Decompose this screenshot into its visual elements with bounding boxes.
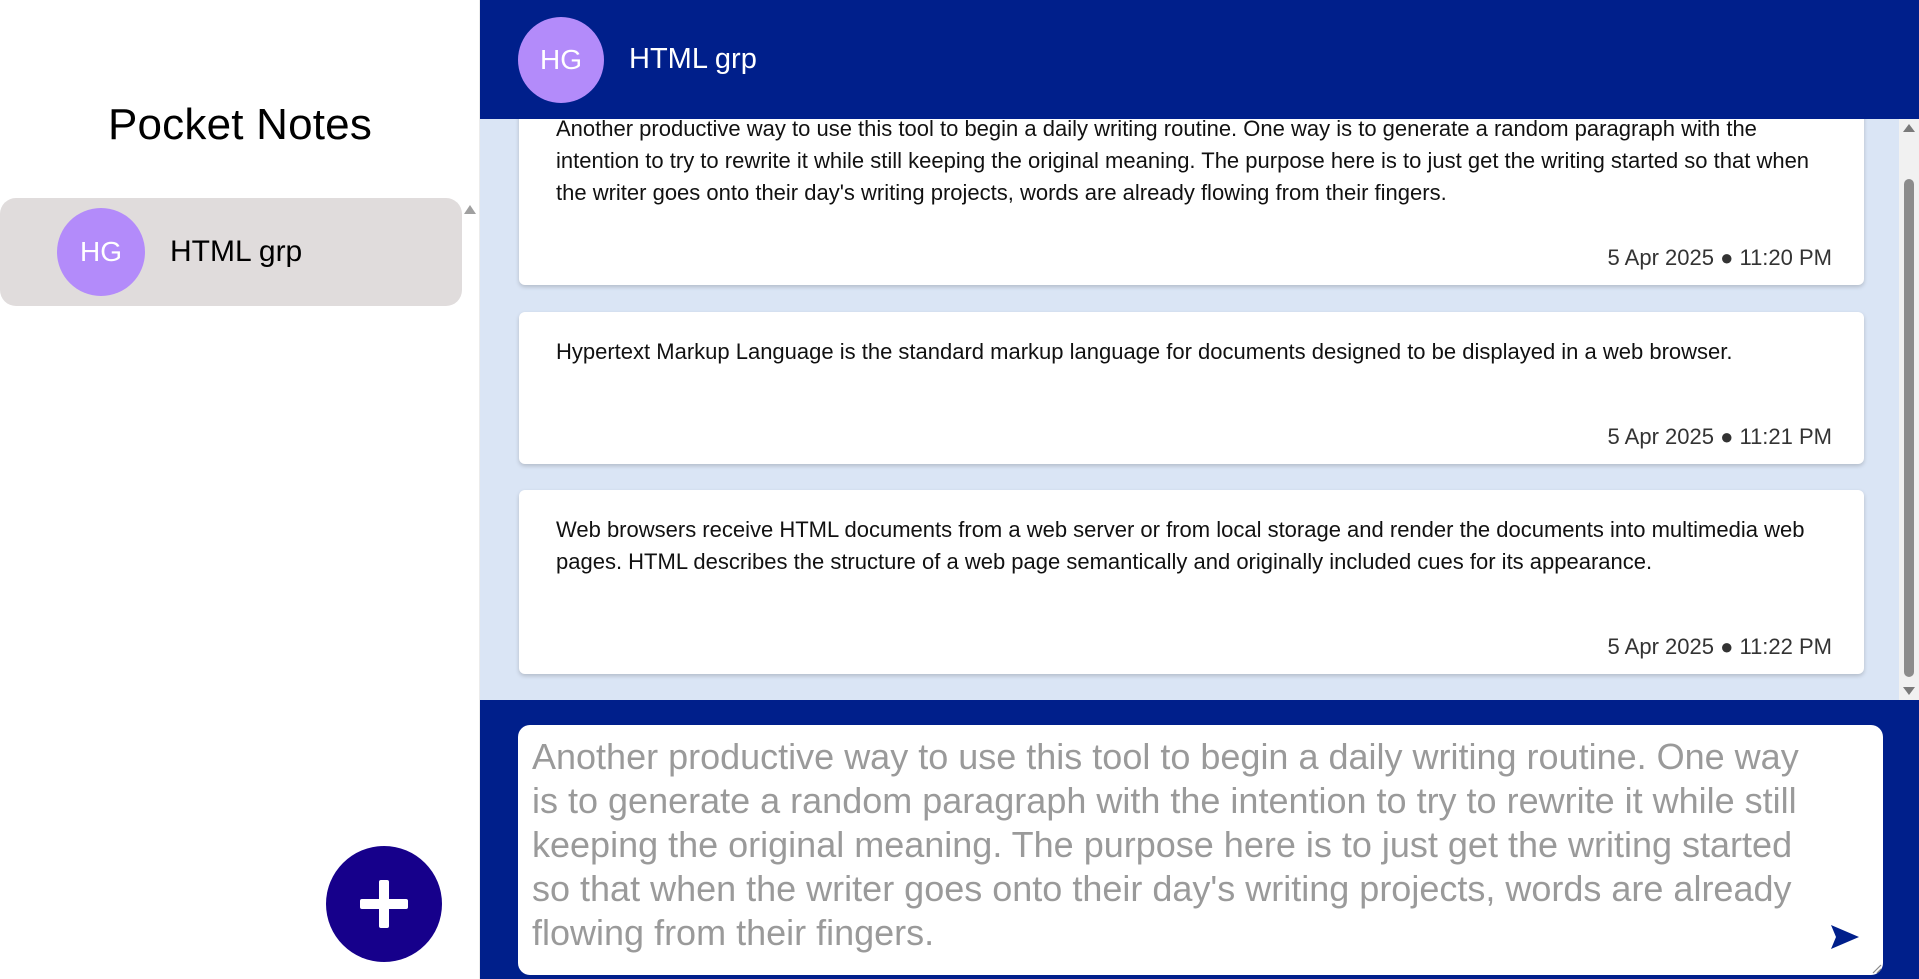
- note-timestamp: 5 Apr 2025 ● 11:21 PM: [1607, 424, 1832, 449]
- group-avatar: HG: [57, 208, 145, 296]
- sidebar-scroll-up-icon[interactable]: [464, 205, 476, 214]
- scroll-down-icon[interactable]: [1903, 687, 1915, 695]
- group-name: HTML grp: [170, 235, 303, 268]
- note-timestamp: 5 Apr 2025 ● 11:20 PM: [1607, 245, 1832, 270]
- notes-list: Another productive way to use this tool …: [480, 119, 1919, 700]
- app-title: Pocket Notes: [107, 100, 373, 149]
- note-input[interactable]: [518, 725, 1883, 975]
- note-card: Web browsers receive HTML documents from…: [519, 490, 1864, 674]
- scrollbar-thumb[interactable]: [1904, 179, 1914, 677]
- plus-icon: [360, 880, 408, 928]
- composer-box: [518, 725, 1883, 975]
- notes-panel: HG HTML grp Another productive way to us…: [480, 0, 1919, 979]
- note-card: Hypertext Markup Language is the standar…: [519, 312, 1864, 464]
- note-text: Hypertext Markup Language is the standar…: [556, 339, 1733, 364]
- note-composer: [480, 700, 1919, 979]
- sidebar: Pocket Notes HG HTML grp: [0, 0, 480, 979]
- note-card: Another productive way to use this tool …: [519, 119, 1864, 285]
- header-avatar: HG: [518, 16, 604, 103]
- group-item-html-grp[interactable]: HG HTML grp: [0, 198, 462, 306]
- send-arrow-icon: [1831, 925, 1859, 949]
- note-timestamp: 5 Apr 2025 ● 11:22 PM: [1607, 634, 1832, 659]
- add-group-button[interactable]: [326, 846, 442, 962]
- notes-header: HG HTML grp: [480, 0, 1919, 119]
- notes-scrollbar[interactable]: [1899, 119, 1919, 700]
- note-text: Web browsers receive HTML documents from…: [556, 517, 1805, 574]
- header-title: HTML grp: [629, 43, 757, 75]
- scroll-up-icon[interactable]: [1903, 124, 1915, 132]
- group-list: HG HTML grp: [0, 198, 462, 306]
- note-text: Another productive way to use this tool …: [556, 119, 1810, 205]
- send-button[interactable]: [1829, 923, 1861, 951]
- resize-handle-icon[interactable]: [1870, 962, 1882, 974]
- pocket-notes-app: Pocket Notes HG HTML grp HG HTML grp Ano…: [0, 0, 1919, 979]
